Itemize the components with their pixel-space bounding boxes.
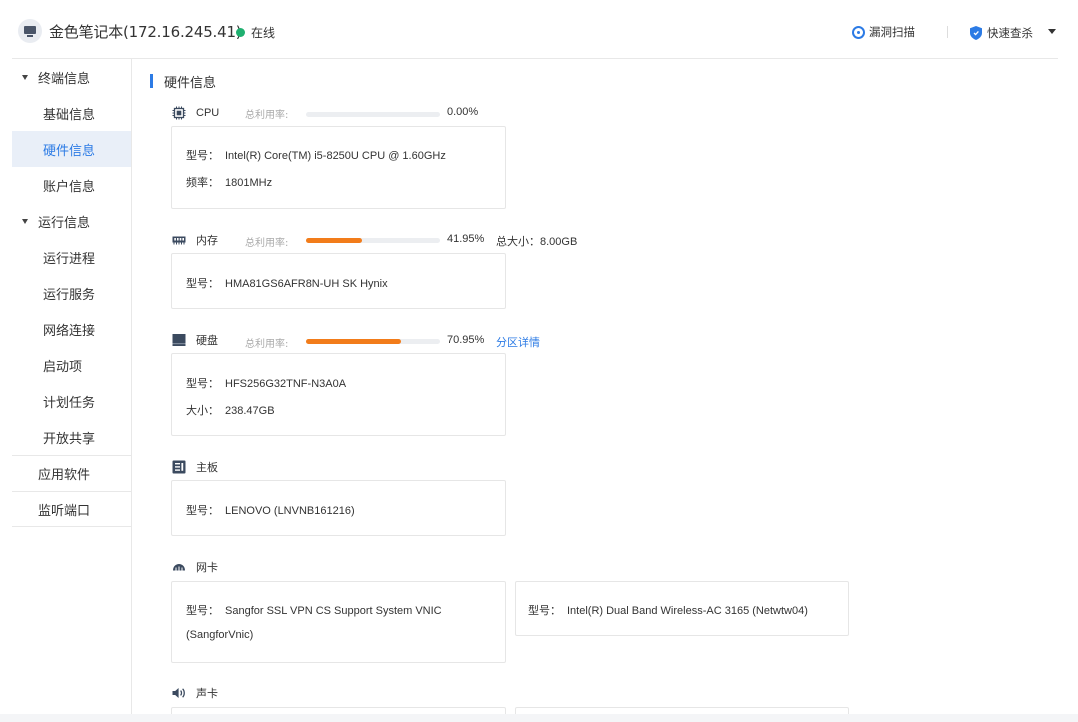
disk-label: 硬盘 [196, 334, 218, 347]
device-title: 金色笔记本(172.16.245.41) [49, 23, 242, 41]
memory-model-value: HMA81GS6AFR8N-UH SK Hynix [225, 278, 388, 290]
network-card-1-model-value: Sangfor SSL VPN CS Support System VNIC [225, 605, 442, 617]
motherboard-card: 型号： LENOVO (LNVNB161216) [171, 480, 506, 536]
sidebar-item-processes[interactable]: 运行进程 [12, 239, 131, 275]
hardware-info-panel: 硬件信息 CPU 总利用率: 0.00% 型号： Intel(R) Core(TM… [150, 59, 1058, 722]
cpu-header: CPU [172, 104, 219, 122]
network-card-2: 型号： Intel(R) Dual Band Wireless-AC 3165 (… [515, 581, 849, 636]
cpu-usage-label: 总利用率: [245, 110, 289, 121]
partition-details-link[interactable]: 分区详情 [496, 334, 540, 350]
memory-total-value: 8.00GB [540, 236, 578, 248]
cpu-frequency-value: 1801MHz [225, 177, 273, 189]
cpu-icon [172, 106, 186, 120]
field-key: 型号： [186, 504, 219, 517]
memory-usage-bar [306, 238, 440, 243]
memory-card: 型号： HMA81GS6AFR8N-UH SK Hynix [171, 253, 506, 309]
field-key: 型号： [186, 604, 219, 617]
memory-total-size: 总大小：8.00GB [496, 233, 577, 249]
sidebar-item-listening-ports[interactable]: 监听端口 [12, 491, 131, 527]
cpu-model-row: 型号： Intel(R) Core(TM) i5-8250U CPU @ 1.60… [186, 147, 446, 163]
speaker-icon [172, 688, 185, 698]
motherboard-icon [172, 460, 186, 474]
sidebar-item-scheduled-tasks[interactable]: 计划任务 [12, 383, 131, 419]
memory-usage-label: 总利用率: [245, 238, 289, 249]
disk-icon [172, 334, 186, 346]
motherboard-header: 主板 [172, 458, 218, 476]
sidebar-item-startup[interactable]: 启动项 [12, 347, 131, 383]
cpu-card: 型号： Intel(R) Core(TM) i5-8250U CPU @ 1.60… [171, 126, 506, 209]
sidebar-item-services[interactable]: 运行服务 [12, 275, 131, 311]
sidebar-item-basic-info[interactable]: 基础信息 [12, 95, 131, 131]
sidebar-item-account-info[interactable]: 账户信息 [12, 167, 131, 203]
disk-usage-label: 总利用率: [245, 339, 289, 350]
more-actions-dropdown-icon[interactable] [1048, 29, 1056, 34]
shield-icon [970, 26, 982, 40]
disk-usage-value: 70.95% [447, 334, 485, 346]
field-key: 型号： [186, 277, 219, 290]
memory-usage-value: 41.95% [447, 233, 485, 245]
sidebar-item-open-shares[interactable]: 开放共享 [12, 419, 131, 455]
disk-model-value: HFS256G32TNF-N3A0A [225, 378, 347, 390]
caret-down-icon [22, 219, 28, 224]
sidebar-group-terminal-info[interactable]: 终端信息 [12, 59, 131, 95]
cpu-model-value: Intel(R) Core(TM) i5-8250U CPU @ 1.60GHz [225, 150, 446, 162]
sidebar-item-applications[interactable]: 应用软件 [12, 455, 131, 491]
caret-down-icon [22, 75, 28, 80]
motherboard-label: 主板 [196, 461, 218, 474]
vulnerability-scan-label: 漏洞扫描 [869, 25, 915, 39]
memory-model-row: 型号： HMA81GS6AFR8N-UH SK Hynix [186, 275, 388, 291]
network-card-icon [173, 564, 185, 571]
sound-card-label: 声卡 [196, 687, 218, 700]
cpu-label: CPU [196, 107, 220, 119]
sidebar-item-hardware-info[interactable]: 硬件信息 [12, 131, 131, 167]
disk-usage-bar [306, 339, 440, 344]
field-key: 频率： [186, 176, 219, 189]
header-bar: 金色笔记本(172.16.245.41) 在线 漏洞扫描 快速查杀 [12, 0, 1058, 59]
vulnerability-scan-button[interactable]: 漏洞扫描 [852, 22, 915, 42]
disk-model-row: 型号： HFS256G32TNF-N3A0A [186, 375, 346, 391]
field-key: 型号： [186, 377, 219, 390]
network-card-2-model-row: 型号： Intel(R) Dual Band Wireless-AC 3165 (… [528, 602, 808, 618]
field-key: 型号： [528, 604, 561, 617]
quick-kill-label: 快速查杀 [987, 26, 1033, 40]
field-key: 型号： [186, 149, 219, 162]
sidebar-group-runtime-info[interactable]: 运行信息 [12, 203, 131, 239]
cpu-frequency-row: 频率： 1801MHz [186, 174, 272, 190]
network-card-1-model-row: 型号： Sangfor SSL VPN CS Support System VNI… [186, 602, 442, 618]
network-card-header: 网卡 [172, 558, 218, 576]
online-status-label: 在线 [251, 26, 276, 40]
memory-header: 内存 [172, 231, 218, 249]
cpu-usage-bar [306, 112, 440, 117]
sound-card-header: 声卡 [172, 684, 218, 702]
sidebar-group-label: 终端信息 [38, 71, 91, 87]
cpu-usage-value: 0.00% [447, 106, 479, 118]
sidebar-group-label: 运行信息 [38, 215, 91, 231]
memory-label: 内存 [196, 234, 218, 247]
network-card-2-model-value: Intel(R) Dual Band Wireless-AC 3165 (Net… [567, 605, 808, 617]
quick-kill-button[interactable]: 快速查杀 [970, 23, 1033, 43]
sidebar-item-network-connections[interactable]: 网络连接 [12, 311, 131, 347]
disk-card: 型号： HFS256G32TNF-N3A0A 大小： 238.47GB [171, 353, 506, 436]
disk-header: 硬盘 [172, 331, 218, 349]
sidebar: 终端信息 基础信息 硬件信息 账户信息 运行信息 运行进程 运行服务 网络连接 … [12, 59, 132, 722]
network-card-1: 型号： Sangfor SSL VPN CS Support System VNI… [171, 581, 506, 663]
memory-icon [172, 236, 186, 245]
section-title-text: 硬件信息 [164, 75, 217, 91]
network-card-1-model-continued: (SangforVnic) [186, 629, 254, 641]
field-key: 总大小： [496, 235, 540, 248]
bottom-scroll-edge [0, 714, 1078, 722]
motherboard-model-value: LENOVO (LNVNB161216) [225, 505, 355, 517]
field-key: 大小： [186, 404, 219, 417]
disk-usage-fill [306, 339, 402, 344]
disk-size-value: 238.47GB [225, 405, 275, 417]
header-divider [947, 26, 948, 38]
section-title: 硬件信息 [150, 73, 217, 91]
motherboard-model-row: 型号： LENOVO (LNVNB161216) [186, 502, 355, 518]
disk-size-row: 大小： 238.47GB [186, 402, 275, 418]
online-status-dot [236, 28, 245, 37]
scan-icon [852, 25, 865, 39]
network-card-label: 网卡 [196, 561, 218, 574]
memory-usage-fill [306, 238, 363, 243]
computer-icon [18, 19, 42, 43]
